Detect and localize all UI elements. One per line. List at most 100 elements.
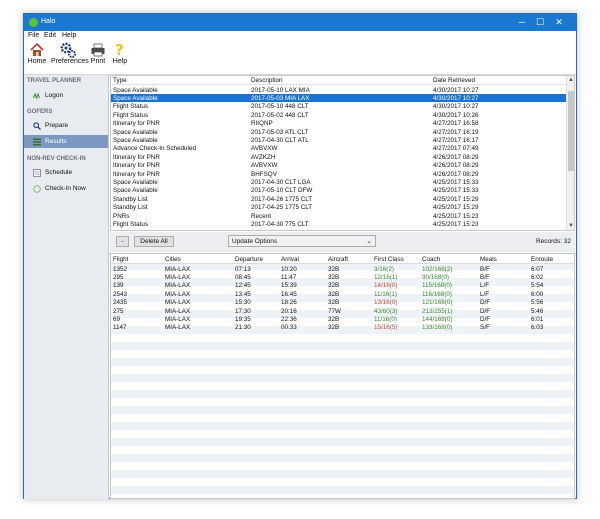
request-row[interactable]: Space Available 2017-04-30 CLT LGA 4/25/20… xyxy=(111,178,567,186)
print-label: Print xyxy=(90,58,106,65)
column-header-departure[interactable]: Departure xyxy=(235,256,263,263)
menu-file[interactable]: File xyxy=(28,32,39,39)
sidebar-item-prepare[interactable]: Prepare xyxy=(24,119,108,132)
flight-row[interactable]: 275 MIA-LAX 17:30 20:16 77W 43/60(3) 213/255(1… xyxy=(111,307,574,315)
cell-date-retrieved: 4/30/2017 10:27 xyxy=(433,94,479,102)
cell-description: 2017-04-30 CLT ATL xyxy=(251,136,309,144)
request-row[interactable]: Space Available 2017-05-03 ATL CLT 4/27/20… xyxy=(111,128,567,136)
title-bar[interactable]: Halo ─ ☐ ✕ xyxy=(24,14,576,31)
minimize-button[interactable]: ─ xyxy=(515,16,529,29)
request-row[interactable]: Flight Status 2017-05-10 448 CLT 4/30/2017… xyxy=(111,103,567,111)
preferences-button[interactable]: Preferences xyxy=(51,42,89,65)
home-button[interactable]: Home xyxy=(27,42,47,65)
print-button[interactable]: Print xyxy=(89,42,107,65)
cell-description: BHFSQV xyxy=(251,170,277,178)
request-row[interactable]: Flight Status 2017-05-02 448 CLT 4/30/2017… xyxy=(111,111,567,119)
cell-aircraft: 32B xyxy=(328,324,340,332)
cell-description: 2017-04-25 1775 CLT xyxy=(251,204,313,212)
delete-all-button[interactable]: Delete All xyxy=(134,236,174,247)
home-label: Home xyxy=(27,58,47,65)
column-header-description[interactable]: Description xyxy=(251,77,283,84)
cell-cities: MIA-LAX xyxy=(165,307,191,315)
cell-meals: L/F xyxy=(480,282,490,290)
sidebar-item-checkin-now[interactable]: Check-In Now xyxy=(24,182,108,195)
cell-description: 2017-05-03 MIA LAX xyxy=(251,94,310,102)
menu-bar: File Edit Help xyxy=(24,31,576,41)
cell-departure: 07:13 xyxy=(235,265,251,273)
flight-row[interactable]: 295 MIA-LAX 08:45 11:47 32B 12/16(1) 90/168(0)… xyxy=(111,273,574,281)
cell-arrival: 15:39 xyxy=(281,282,297,290)
cell-meals: D/F xyxy=(480,307,491,315)
request-row[interactable]: Itinerary for PNR AVBVXW 4/26/2017 08:29 xyxy=(111,162,567,170)
cell-aircraft: 32B xyxy=(328,282,340,290)
cell-flight: 2543 xyxy=(113,290,128,298)
help-button[interactable]: ? Help xyxy=(112,42,128,65)
flight-row[interactable]: 1352 MIA-LAX 07:13 10:20 32B 3/16(2) 102/168(2… xyxy=(111,265,574,273)
menu-help[interactable]: Help xyxy=(62,32,76,39)
request-row[interactable]: Space Available 2017-04-30 CLT ATL 4/27/20… xyxy=(111,136,567,144)
sidebar-item-logon[interactable]: Logon xyxy=(24,89,108,102)
request-row[interactable]: Itinerary for PNR RIIQNP 4/27/2017 16:58 xyxy=(111,120,567,128)
maximize-button[interactable]: ☐ xyxy=(533,16,547,29)
cell-date-retrieved: 4/26/2017 08:29 xyxy=(433,170,479,178)
cell-first-class: 15/16(5) xyxy=(374,324,398,332)
flight-row[interactable]: 1147 MIA-LAX 21:30 00:33 32B 15/16(5) 133/168(… xyxy=(111,324,574,332)
request-row[interactable]: Space Available 2017-05-10 CLT DFW 4/25/20… xyxy=(111,187,567,195)
column-header-type[interactable]: Type xyxy=(113,77,127,84)
cell-description: 2017-05-02 448 CLT xyxy=(251,111,309,119)
update-options-dropdown[interactable]: Update Options ⌄ xyxy=(228,235,376,247)
flight-row[interactable]: 139 MIA-LAX 12:45 15:39 32B 14/16(0) 115/168(0… xyxy=(111,282,574,290)
cell-departure: 08:45 xyxy=(235,273,251,281)
column-header-date-retrieved[interactable]: Date Retrieved xyxy=(433,77,475,84)
cell-date-retrieved: 4/26/2017 08:29 xyxy=(433,162,479,170)
cell-arrival: 20:16 xyxy=(281,307,297,315)
flights-grid[interactable]: Flight Cities Departure Arrival Aircraft Firs… xyxy=(110,253,575,499)
scroll-down-icon[interactable]: ▼ xyxy=(567,223,574,229)
cell-coach: 133/168(0) xyxy=(422,324,453,332)
cell-first-class: 43/60(3) xyxy=(374,307,398,315)
request-row[interactable]: Advance Check-In Scheduled AVBVXW 4/27/201… xyxy=(111,145,567,153)
scroll-up-icon[interactable]: ▲ xyxy=(567,77,574,83)
request-row[interactable]: Standby List 2017-04-25 1775 CLT 4/25/2017… xyxy=(111,204,567,212)
cell-cities: MIA-LAX xyxy=(165,315,191,323)
sidebar-item-schedule[interactable]: Schedule xyxy=(24,166,108,179)
scroll-thumb[interactable] xyxy=(568,91,574,171)
help-label: Help xyxy=(112,58,128,65)
request-row[interactable]: Space Available 2017-05-03 MIA LAX 4/30/20… xyxy=(111,94,567,103)
close-button[interactable]: ✕ xyxy=(552,16,566,29)
request-row[interactable]: PNRs Recent 4/25/2017 15:23 xyxy=(111,212,567,220)
cell-cities: MIA-LAX xyxy=(165,265,191,273)
cell-enroute: 6:07 xyxy=(531,265,544,273)
flight-row[interactable]: 69 MIA-LAX 19:35 22:36 32B 11/16(0) 144/168(0)… xyxy=(111,315,574,323)
cell-coach: 116/168(0) xyxy=(422,290,452,298)
column-header-first-class[interactable]: First Class xyxy=(374,256,404,263)
column-header-meals[interactable]: Meals xyxy=(480,256,497,263)
column-header-flight[interactable]: Flight xyxy=(113,256,128,263)
column-header-arrival[interactable]: Arrival xyxy=(281,256,299,263)
cell-date-retrieved: 4/30/2017 10:26 xyxy=(433,111,479,119)
cell-aircraft: 32B xyxy=(328,290,340,298)
cell-description: 2017-05-03 ATL CLT xyxy=(251,128,309,136)
requests-scrollbar[interactable]: ▲ ▼ xyxy=(566,76,574,230)
column-header-enroute[interactable]: Enroute xyxy=(531,256,553,263)
request-row[interactable]: Itinerary for PNR AVZKZH 4/26/2017 08:29 xyxy=(111,153,567,161)
request-row[interactable]: Itinerary for PNR BHFSQV 4/26/2017 08:29 xyxy=(111,170,567,178)
column-header-cities[interactable]: Cities xyxy=(165,256,181,263)
sidebar-item-results[interactable]: Results xyxy=(24,135,108,148)
column-header-aircraft[interactable]: Aircraft xyxy=(328,256,348,263)
request-row[interactable]: Flight Status 2017-04-30 775 CLT 4/25/2017… xyxy=(111,220,567,228)
cell-type: Flight Status xyxy=(113,103,148,111)
flight-row[interactable]: 2543 MIA-LAX 13:45 16:45 32B 11/16(1) 116/168(… xyxy=(111,290,574,298)
cell-date-retrieved: 4/25/2017 15:33 xyxy=(433,187,479,195)
requests-grid[interactable]: Type Description Date Retrieved Space Av… xyxy=(110,75,575,231)
menu-edit[interactable]: Edit xyxy=(44,32,56,39)
flight-row[interactable]: 2435 MIA-LAX 15:30 18:26 32B 13/16(0) 121/168(… xyxy=(111,299,574,307)
cell-date-retrieved: 4/27/2017 16:19 xyxy=(433,128,479,136)
column-header-coach[interactable]: Coach xyxy=(422,256,440,263)
request-row[interactable]: Standby List 2017-04-26 1775 CLT 4/25/2017… xyxy=(111,195,567,203)
request-row[interactable]: Space Available 2017-05-10 LAX MIA 4/30/20… xyxy=(111,86,567,94)
remove-button[interactable]: - xyxy=(116,236,129,247)
cell-date-retrieved: 4/25/2017 15:33 xyxy=(433,178,479,186)
cell-aircraft: 32B xyxy=(328,315,340,323)
cell-arrival: 11:47 xyxy=(281,273,297,281)
